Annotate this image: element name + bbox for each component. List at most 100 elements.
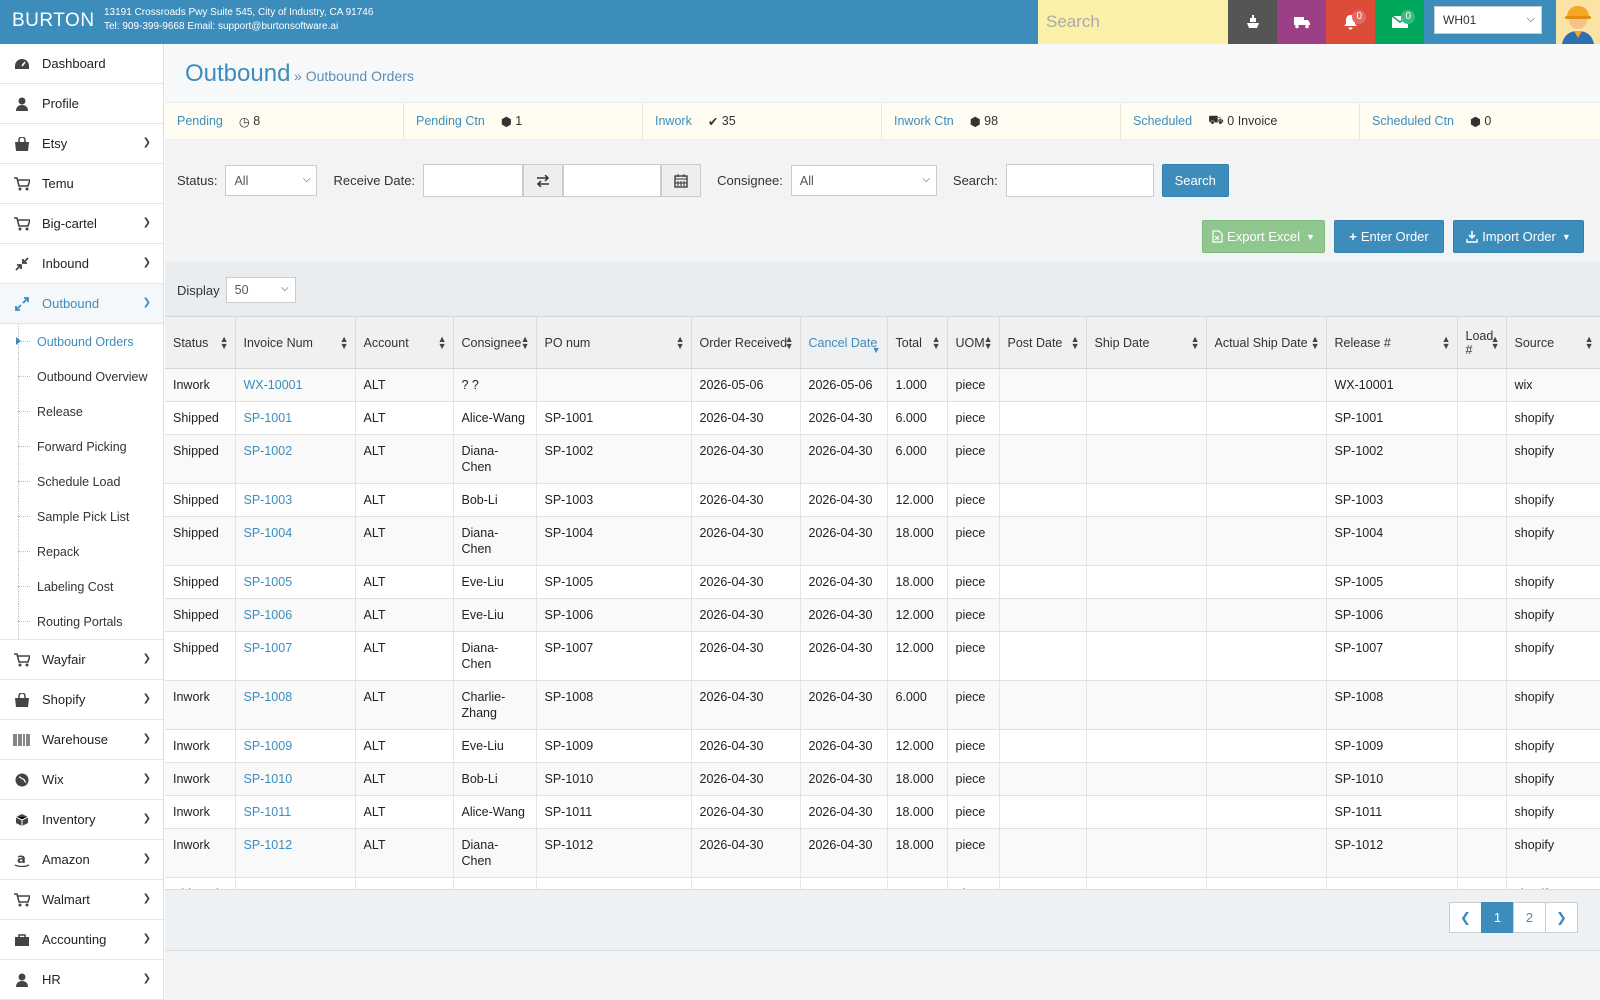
sidebar-item-profile[interactable]: Profile xyxy=(0,84,163,124)
cell-status: Shipped xyxy=(165,401,236,435)
receive-date-from-input[interactable] xyxy=(423,164,524,197)
calendar-button[interactable] xyxy=(661,164,702,197)
table-row[interactable]: Shipped SP-1006 ALT Eve-Liu SP-1006 2026-04-3… xyxy=(165,598,1600,632)
submenu-outbound-overview[interactable]: Outbound Overview xyxy=(0,359,163,394)
stat-inwork-ctn[interactable]: Inwork Ctn ⬢ 98 xyxy=(882,103,1121,139)
table-row[interactable]: Shipped SP-1001 ALT Alice-Wang SP-1001 2026-0… xyxy=(165,401,1600,435)
cell-invoice-num[interactable]: SP-1009 xyxy=(235,729,356,763)
stat-pending-ctn[interactable]: Pending Ctn ⬢ 1 xyxy=(404,103,643,139)
table-row[interactable]: Inwork SP-1009 ALT Eve-Liu SP-1009 2026-04-30… xyxy=(165,729,1600,763)
table-row[interactable]: Inwork SP-1008 ALT Charlie-Zhang SP-1008 2026… xyxy=(165,680,1600,730)
export-excel-button[interactable]: Export Excel ▼ xyxy=(1202,220,1325,253)
submenu-release[interactable]: Release xyxy=(0,394,163,429)
cell-invoice-num[interactable]: SP-1001 xyxy=(235,401,356,435)
table-row[interactable]: Inwork SP-1010 ALT Bob-Li SP-1010 2026-04-30 2… xyxy=(165,762,1600,796)
sidebar-item-temu[interactable]: Temu xyxy=(0,164,163,204)
cell-invoice-num[interactable]: SP-1007 xyxy=(235,631,356,681)
submenu-labeling-cost[interactable]: Labeling Cost xyxy=(0,569,163,604)
submenu-routing-portals[interactable]: Routing Portals xyxy=(0,604,163,639)
column-header-status[interactable]: Status ▲ ▼ xyxy=(165,316,236,369)
submenu-outbound-orders[interactable]: Outbound Orders xyxy=(0,324,163,359)
cell-invoice-num[interactable]: SP-1008 xyxy=(235,680,356,730)
global-search-input[interactable]: Search xyxy=(1038,0,1228,44)
ship-button[interactable] xyxy=(1228,0,1277,44)
user-avatar[interactable] xyxy=(1556,0,1600,44)
column-header-load[interactable]: Load # ▲ ▼ xyxy=(1457,316,1507,369)
table-row[interactable]: Shipped SP-1003 ALT Bob-Li SP-1003 2026-04-30… xyxy=(165,483,1600,517)
column-header-uom[interactable]: UOM ▲ ▼ xyxy=(947,316,1000,369)
page-size-select[interactable]: 50 ⌵ xyxy=(225,277,296,303)
submenu-repack[interactable]: Repack xyxy=(0,534,163,569)
date-range-swap-button[interactable] xyxy=(523,164,564,197)
submenu-schedule-load[interactable]: Schedule Load xyxy=(0,464,163,499)
table-row[interactable]: Shipped SP-1007 ALT Diana-Chen SP-1007 2026-0… xyxy=(165,631,1600,681)
column-header-invoice-num[interactable]: Invoice Num ▲ ▼ xyxy=(235,316,356,369)
sidebar-item-walmart[interactable]: Walmart ❯ xyxy=(0,880,163,920)
column-header-consignee[interactable]: Consignee ▲ ▼ xyxy=(453,316,537,369)
sidebar-item-wayfair[interactable]: Wayfair ❯ xyxy=(0,640,163,680)
cell-invoice-num[interactable]: SP-1004 xyxy=(235,516,356,566)
sidebar-item-dashboard[interactable]: Dashboard xyxy=(0,44,163,84)
column-header-total[interactable]: Total ▲ ▼ xyxy=(887,316,948,369)
table-row[interactable]: Shipped SP-1004 ALT Diana-Chen SP-1004 2026-0… xyxy=(165,516,1600,566)
search-button[interactable]: Search xyxy=(1161,164,1229,197)
table-row[interactable]: Inwork WX-10001 ALT? ? 2026-05-06 2026-05-06… xyxy=(165,368,1600,402)
column-header-release[interactable]: Release # ▲ ▼ xyxy=(1326,316,1458,369)
column-header-account[interactable]: Account ▲ ▼ xyxy=(355,316,454,369)
sidebar-item-outbound[interactable]: Outbound ❯ xyxy=(0,284,163,324)
table-row[interactable]: Inwork SP-1011 ALT Alice-Wang SP-1011 2026-04… xyxy=(165,795,1600,829)
column-header-order-received[interactable]: Order Received ▲ ▼ xyxy=(691,316,801,369)
import-order-button[interactable]: Import Order ▼ xyxy=(1453,220,1584,253)
stat-scheduled[interactable]: Scheduled ⛟ 0 Invoice xyxy=(1121,103,1360,139)
table-row[interactable]: Shipped SP-1005 ALT Eve-Liu SP-1005 2026-04-3… xyxy=(165,565,1600,599)
sidebar-item-inventory[interactable]: Inventory ❯ xyxy=(0,800,163,840)
consignee-filter-select[interactable]: All ⌵ xyxy=(790,165,937,196)
sidebar-item-warehouse[interactable]: Warehouse ❯ xyxy=(0,720,163,760)
warehouse-select[interactable]: WH01 ⌵ xyxy=(1434,6,1542,34)
notifications-button[interactable]: 0 xyxy=(1326,0,1375,44)
prev-page-button[interactable]: ❮ xyxy=(1449,902,1482,933)
submenu-sample-pick-list[interactable]: Sample Pick List xyxy=(0,499,163,534)
column-header-source[interactable]: Source ▲ ▼ xyxy=(1506,316,1600,369)
sidebar-item-etsy[interactable]: Etsy ❯ xyxy=(0,124,163,164)
column-header-post-date[interactable]: Post Date ▲ ▼ xyxy=(999,316,1087,369)
cell-invoice-num[interactable]: SP-1011 xyxy=(235,795,356,829)
sidebar-item-wix[interactable]: Wix ❯ xyxy=(0,760,163,800)
sidebar-item-inbound[interactable]: Inbound ❯ xyxy=(0,244,163,284)
sidebar-item-big-cartel[interactable]: Big-cartel ❯ xyxy=(0,204,163,244)
column-header-cancel-date[interactable]: Cancel Date ▼ xyxy=(800,316,888,369)
submenu-forward-picking[interactable]: Forward Picking xyxy=(0,429,163,464)
cell-invoice-num[interactable]: SP-1013 xyxy=(235,877,356,889)
sidebar-item-shopify[interactable]: Shopify ❯ xyxy=(0,680,163,720)
page-2-button[interactable]: 2 xyxy=(1513,902,1546,933)
status-filter-select[interactable]: All ⌵ xyxy=(225,165,318,196)
stat-inwork[interactable]: Inwork ✔ 35 xyxy=(643,103,882,139)
table-row[interactable]: Shipped SP-1002 ALT Diana-Chen SP-1002 2026-0… xyxy=(165,434,1600,484)
page-1-button[interactable]: 1 xyxy=(1481,902,1514,933)
orders-table-container[interactable]: Status ▲ ▼ Invoice Num ▲ ▼ Account ▲ ▼ Consignee ▲… xyxy=(165,316,1600,889)
truck-button[interactable] xyxy=(1277,0,1326,44)
cell-invoice-num[interactable]: SP-1006 xyxy=(235,598,356,632)
sidebar-item-accounting[interactable]: Accounting ❯ xyxy=(0,920,163,960)
table-row[interactable]: Inwork SP-1012 ALT Diana-Chen SP-1012 2026-04… xyxy=(165,828,1600,878)
receive-date-to-input[interactable] xyxy=(563,164,662,197)
sidebar-item-amazon[interactable]: a Amazon ❯ xyxy=(0,840,163,880)
cell-invoice-num[interactable]: SP-1002 xyxy=(235,434,356,484)
column-header-actual-ship-date[interactable]: Actual Ship Date ▲ ▼ xyxy=(1206,316,1327,369)
messages-button[interactable]: 0 xyxy=(1375,0,1424,44)
enter-order-button[interactable]: + Enter Order xyxy=(1334,220,1444,253)
table-row[interactable]: ShippedSP-1013ALTSP-10132026-04-302026-0… xyxy=(165,877,1600,889)
search-input[interactable] xyxy=(1005,164,1154,197)
stat-pending[interactable]: Pending ◷ 8 xyxy=(165,103,404,139)
cell-invoice-num[interactable]: SP-1005 xyxy=(235,565,356,599)
stat-scheduled-ctn[interactable]: Scheduled Ctn ⬢ 0 xyxy=(1360,103,1599,139)
cell-invoice-num[interactable]: SP-1012 xyxy=(235,828,356,878)
brand-logo[interactable]: BURTON xyxy=(0,0,104,44)
cell-invoice-num[interactable]: SP-1010 xyxy=(235,762,356,796)
column-header-po-num[interactable]: PO num ▲ ▼ xyxy=(536,316,692,369)
cell-invoice-num[interactable]: WX-10001 xyxy=(235,368,356,402)
column-header-ship-date[interactable]: Ship Date ▲ ▼ xyxy=(1086,316,1207,369)
cell-invoice-num[interactable]: SP-1003 xyxy=(235,483,356,517)
sidebar-item-hr[interactable]: HR ❯ xyxy=(0,960,163,1000)
next-page-button[interactable]: ❯ xyxy=(1545,902,1578,933)
